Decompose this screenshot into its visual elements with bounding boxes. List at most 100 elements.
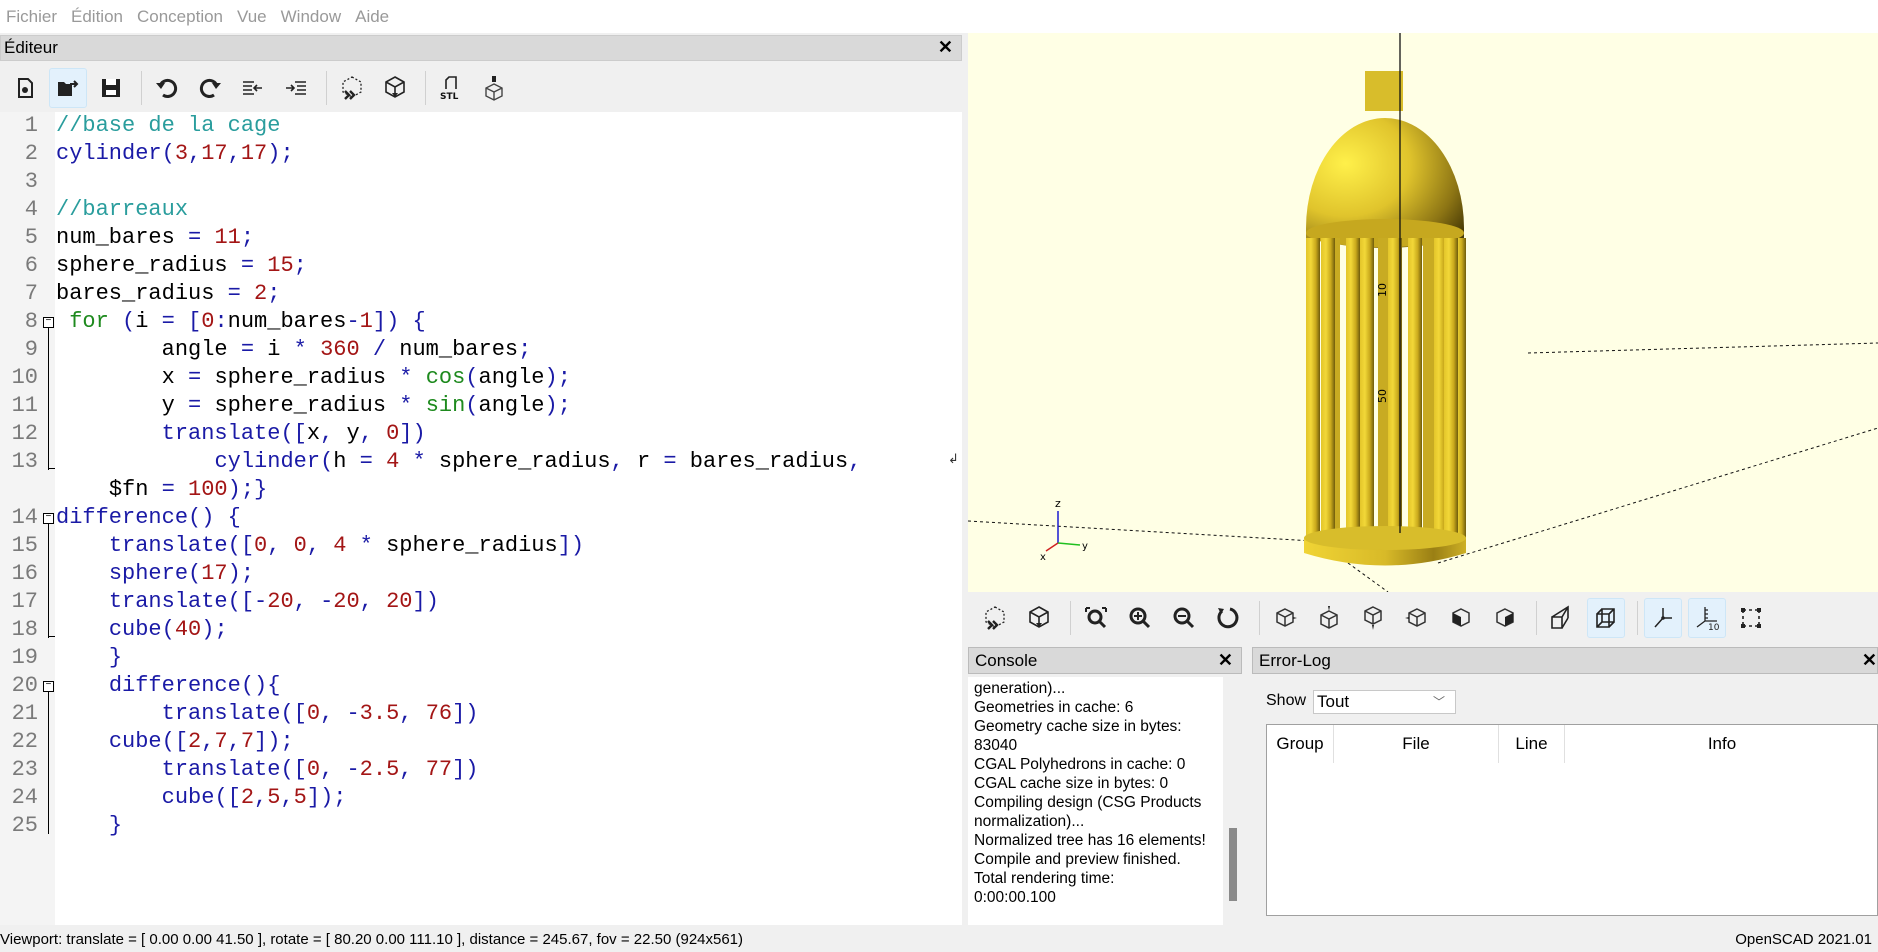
code-line[interactable]: translate([-20, -20, 20]) (56, 588, 439, 616)
code-line[interactable]: $fn = 100);} (56, 476, 267, 504)
code-line[interactable]: sphere(17); (56, 560, 254, 588)
console-line: 0:00:00.100 (974, 889, 1056, 906)
unindent-button[interactable] (234, 68, 272, 108)
3d-viewport[interactable]: z y x 10 50 (968, 33, 1878, 592)
fold-toggle[interactable]: − (43, 513, 54, 524)
menu-window[interactable]: Window (281, 7, 341, 27)
code-line[interactable]: angle = i * 360 / num_bares; (56, 336, 532, 364)
send-to-printer-button[interactable] (475, 68, 513, 108)
show-filter-select[interactable]: Tout ﹀ (1313, 690, 1456, 714)
console-line: normalization)... (974, 813, 1085, 830)
code-line[interactable]: } (56, 644, 122, 672)
perspective-icon (1551, 605, 1569, 629)
code-line[interactable]: cylinder(h = 4 * sphere_radius, r = bare… (56, 448, 861, 476)
scale-label-10: 10 (1376, 283, 1389, 297)
column-header-file[interactable]: File (1334, 725, 1499, 763)
code-line[interactable]: difference(){ (56, 672, 281, 700)
undo-icon (156, 79, 178, 98)
render-button[interactable] (1020, 598, 1058, 638)
code-line[interactable]: difference() { (56, 504, 241, 532)
send-to-printer-icon (485, 76, 503, 101)
perspective-button[interactable] (1543, 598, 1581, 638)
show-filter-value: Tout (1317, 692, 1350, 711)
code-line[interactable]: bares_radius = 2; (56, 280, 280, 308)
indent-button[interactable] (277, 68, 315, 108)
code-line[interactable]: //barreaux (56, 196, 188, 224)
app-version: OpenSCAD 2021.01 (1735, 931, 1872, 948)
line-number: 10 (11, 365, 38, 390)
preview-button[interactable] (333, 68, 371, 108)
code-line[interactable]: cube([2,5,5]); (56, 784, 347, 812)
zoom-out-button[interactable] (1165, 598, 1203, 638)
view-top-button[interactable] (1310, 598, 1348, 638)
close-icon[interactable]: ✕ (1218, 650, 1233, 671)
view-all-button[interactable] (1077, 598, 1115, 638)
show-axes-button[interactable] (1644, 598, 1682, 638)
show-scale-button[interactable]: 10 (1688, 598, 1726, 638)
code-line[interactable]: cube(40); (56, 616, 228, 644)
undo-button[interactable] (148, 68, 186, 108)
preview-button[interactable] (976, 598, 1014, 638)
show-edges-button[interactable] (1732, 598, 1770, 638)
render-button[interactable] (376, 68, 414, 108)
line-number: 20 (11, 673, 38, 698)
console-line: 83040 (974, 737, 1018, 754)
redo-button[interactable] (191, 68, 229, 108)
menu-vue[interactable]: Vue (237, 7, 267, 27)
error-log-table: Group File Line Info (1266, 724, 1878, 916)
console-output: generation)... Geometries in cache: 6 Geom… (968, 677, 1223, 925)
menu-edition[interactable]: Édition (71, 7, 123, 27)
code-line[interactable]: num_bares = 11; (56, 224, 254, 252)
console-line: Geometry cache size in bytes: (974, 718, 1182, 735)
code-line[interactable]: //base de la cage (56, 112, 280, 140)
column-header-line[interactable]: Line (1499, 725, 1565, 763)
menu-aide[interactable]: Aide (355, 7, 389, 27)
code-line[interactable]: y = sphere_radius * sin(angle); (56, 392, 571, 420)
zoom-in-icon (1129, 607, 1151, 629)
line-number-gutter: 1 2 3 4 5 6 7 8 9 10 11 12 13 14 15 16 17 18 19 20 21 22 23 24 2… (0, 112, 55, 925)
axis-label-z: z (1055, 497, 1061, 510)
code-line[interactable]: translate([0, -3.5, 76]) (56, 700, 479, 728)
zoom-in-button[interactable] (1121, 598, 1159, 638)
view-left-icon (1405, 608, 1426, 627)
fold-toggle[interactable]: − (43, 317, 54, 328)
code-line[interactable]: cylinder(3,17,17); (56, 140, 294, 168)
export-stl-button[interactable]: STL (432, 68, 470, 108)
editor-toolbar: STL (0, 64, 962, 112)
view-bottom-button[interactable] (1354, 598, 1392, 638)
console-line: Geometries in cache: 6 (974, 699, 1134, 716)
view-all-icon (1085, 607, 1107, 629)
code-line[interactable]: for (i = [0:num_bares-1]) { (56, 308, 425, 336)
column-header-info[interactable]: Info (1565, 725, 1878, 763)
close-icon[interactable]: ✕ (1862, 650, 1877, 671)
orthogonal-button[interactable] (1587, 598, 1625, 638)
code-line[interactable]: cube([2,7,7]); (56, 728, 294, 756)
fold-line (48, 524, 49, 638)
view-right-button[interactable] (1266, 598, 1304, 638)
view-front-button[interactable] (1442, 598, 1480, 638)
menu-fichier[interactable]: Fichier (6, 7, 57, 27)
cage-bar (1321, 238, 1335, 548)
cage-bar-back (1423, 238, 1435, 538)
view-back-button[interactable] (1486, 598, 1524, 638)
menu-conception[interactable]: Conception (137, 7, 223, 27)
view-left-button[interactable] (1398, 598, 1436, 638)
code-line[interactable]: translate([0, 0, 4 * sphere_radius]) (56, 532, 584, 560)
save-button[interactable] (92, 68, 130, 108)
code-editor[interactable]: 1 2 3 4 5 6 7 8 9 10 11 12 13 14 15 16 17 18 19 20 21 22 23 24 2… (0, 112, 962, 925)
reset-view-button[interactable] (1209, 598, 1247, 638)
open-file-button[interactable] (49, 68, 87, 108)
toolbar-separator (1259, 601, 1260, 635)
toolbar-separator (1637, 601, 1638, 635)
fold-toggle[interactable]: − (43, 681, 54, 692)
code-line[interactable]: x = sphere_radius * cos(angle); (56, 364, 571, 392)
console-scrollbar-thumb[interactable] (1229, 828, 1237, 901)
column-header-group[interactable]: Group (1267, 725, 1334, 763)
code-line[interactable]: } (56, 812, 122, 840)
code-line[interactable]: translate([0, -2.5, 77]) (56, 756, 479, 784)
close-icon[interactable]: ✕ (938, 37, 953, 58)
new-file-button[interactable] (6, 68, 44, 108)
code-line[interactable]: sphere_radius = 15; (56, 252, 307, 280)
code-line[interactable]: translate([x, y, 0]) (56, 420, 426, 448)
export-stl-icon: STL (440, 76, 459, 101)
